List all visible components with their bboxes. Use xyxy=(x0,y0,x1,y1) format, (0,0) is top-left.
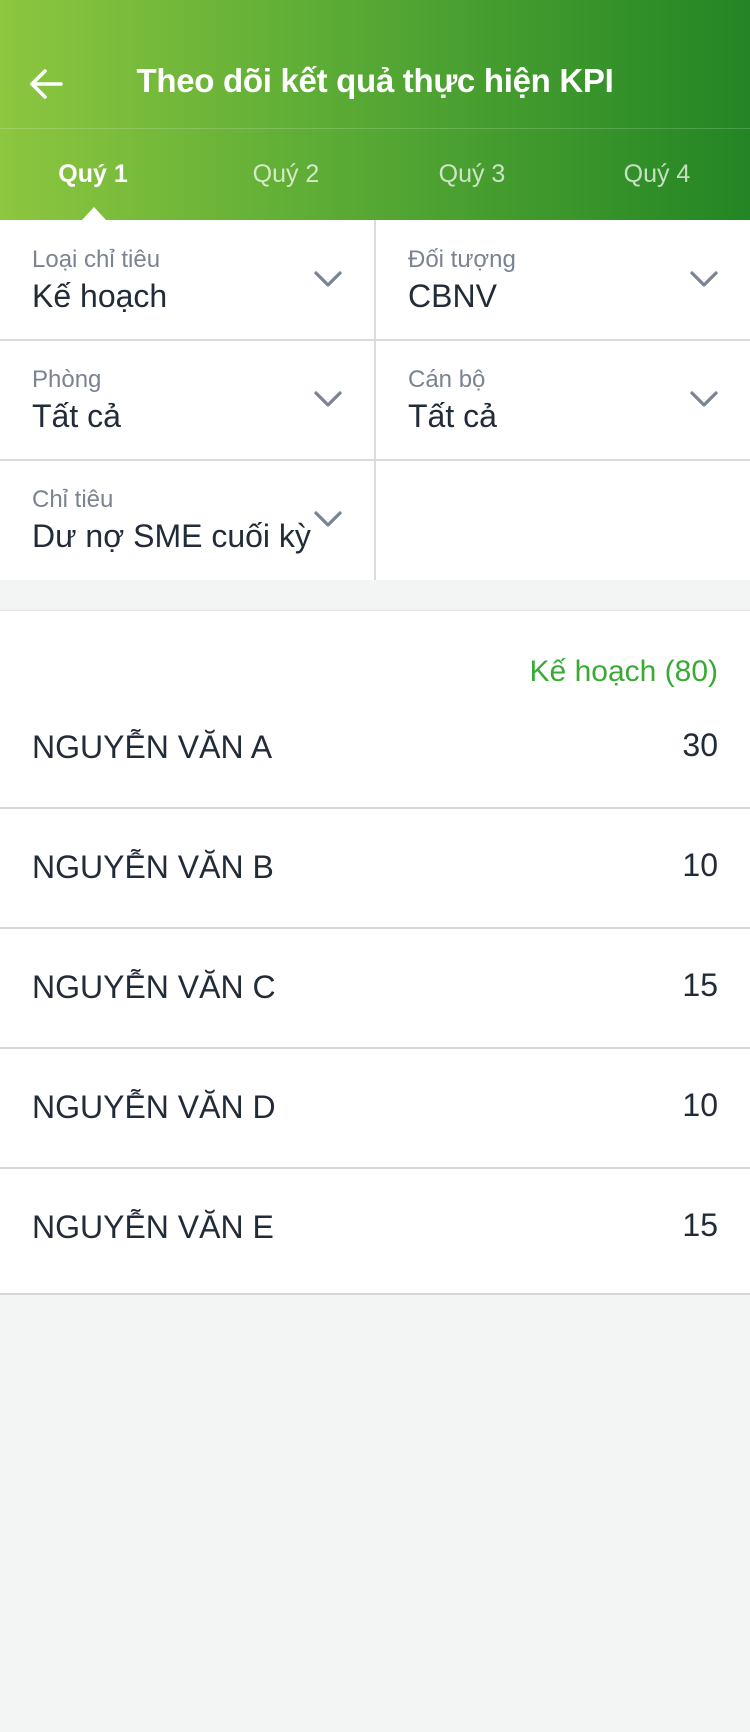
filter-label: Loại chỉ tiêu xyxy=(32,246,161,273)
list-item[interactable]: NGUYỄN VĂN D 10 xyxy=(0,1049,750,1169)
kpi-value: 10 xyxy=(682,847,718,883)
app-header: Theo dõi kết quả thực hiện KPI Quý 1 Quý… xyxy=(0,0,750,220)
kpi-value: 10 xyxy=(682,1087,718,1123)
tab-quarter-3[interactable]: Quý 3 xyxy=(379,129,565,220)
chevron-down-icon xyxy=(314,271,342,287)
employee-name: NGUYỄN VĂN C xyxy=(32,969,276,1005)
filter-can-bo[interactable]: Cán bộ Tất cả xyxy=(376,340,750,460)
list-item[interactable]: NGUYỄN VĂN C 15 xyxy=(0,929,750,1049)
row-divider xyxy=(0,1293,750,1295)
list-header-plan-total: Kế hoạch (80) xyxy=(529,655,718,688)
tab-quarter-2[interactable]: Quý 2 xyxy=(193,129,379,220)
list-item[interactable]: NGUYỄN VĂN B 10 xyxy=(0,809,750,929)
employee-name: NGUYỄN VĂN A xyxy=(32,729,273,765)
filter-label: Đối tượng xyxy=(408,246,516,273)
employee-name: NGUYỄN VĂN D xyxy=(32,1089,276,1125)
employee-name: NGUYỄN VĂN E xyxy=(32,1209,274,1245)
filter-value: Dư nợ SME cuối kỳ xyxy=(32,518,311,554)
kpi-value: 15 xyxy=(682,967,718,1003)
filter-loai-chi-tieu[interactable]: Loại chỉ tiêu Kế hoạch xyxy=(0,220,375,340)
title-bar: Theo dõi kết quả thực hiện KPI xyxy=(0,0,750,128)
filter-column-divider xyxy=(374,220,376,580)
chevron-down-icon xyxy=(690,271,718,287)
tab-quarter-4[interactable]: Quý 4 xyxy=(564,129,750,220)
filter-value: Kế hoạch xyxy=(32,278,168,314)
employee-name: NGUYỄN VĂN B xyxy=(32,849,274,885)
filter-label: Phòng xyxy=(32,366,102,393)
list-item[interactable]: NGUYỄN VĂN A 30 xyxy=(0,689,750,809)
filter-value: Tất cả xyxy=(32,398,121,434)
filter-value: Tất cả xyxy=(408,398,497,434)
filter-label: Chỉ tiêu xyxy=(32,486,114,513)
filter-row-divider xyxy=(0,459,750,461)
filter-chi-tieu[interactable]: Chỉ tiêu Dư nợ SME cuối kỳ xyxy=(0,460,375,580)
chevron-down-icon xyxy=(314,391,342,407)
filter-doi-tuong[interactable]: Đối tượng CBNV xyxy=(376,220,750,340)
chevron-down-icon xyxy=(690,391,718,407)
page-title: Theo dõi kết quả thực hiện KPI xyxy=(136,62,614,99)
filter-row-divider xyxy=(0,339,750,341)
active-tab-indicator xyxy=(82,207,106,220)
kpi-value: 30 xyxy=(682,727,718,763)
chevron-down-icon xyxy=(314,511,342,527)
kpi-value: 15 xyxy=(682,1207,718,1243)
quarter-tabs: Quý 1 Quý 2 Quý 3 Quý 4 xyxy=(0,129,750,220)
filter-panel: Loại chỉ tiêu Kế hoạch Đối tượng CBNV Ph… xyxy=(0,220,750,580)
filter-label: Cán bộ xyxy=(408,366,486,393)
list-item[interactable]: NGUYỄN VĂN E 15 xyxy=(0,1169,750,1295)
kpi-list: Kế hoạch (80) NGUYỄN VĂN A 30 NGUYỄN VĂN… xyxy=(0,610,750,1295)
filter-phong[interactable]: Phòng Tất cả xyxy=(0,340,375,460)
filter-value: CBNV xyxy=(408,278,497,314)
